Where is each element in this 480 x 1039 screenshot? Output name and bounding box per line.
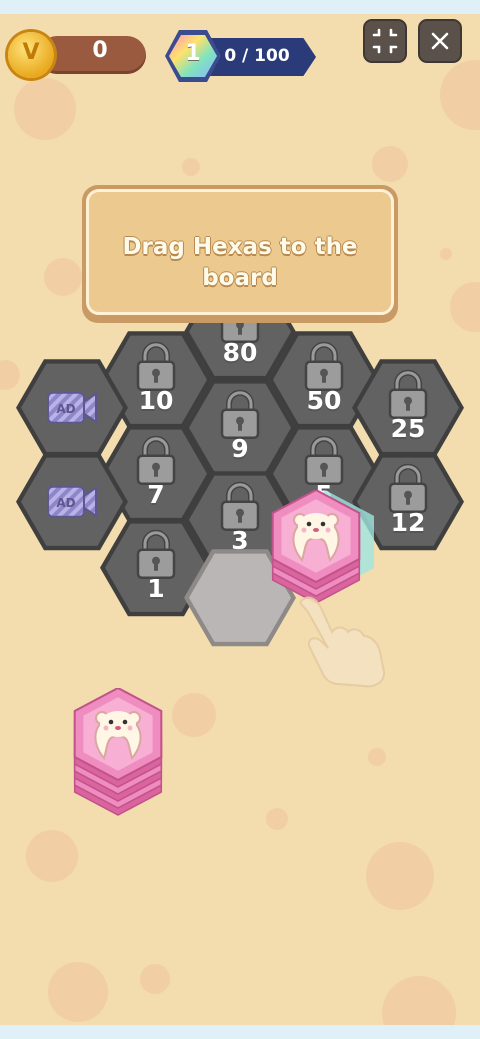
hex-board: 80 10 50 AD 9 25 7 AD 3 12 1	[0, 0, 480, 1039]
tutorial-banner-panel: Drag Hexas to the board	[86, 189, 394, 315]
svg-text:AD: AD	[56, 496, 75, 510]
hexa-stack-pink	[73, 686, 163, 816]
svg-text:AD: AD	[56, 402, 75, 416]
pointing-hand-icon	[292, 592, 388, 692]
game-screen: 0 V 0 / 100 1 80 10 50 AD 9 25 7 AD 3 12…	[0, 0, 480, 1039]
tutorial-message: Drag Hexas to the board	[122, 234, 358, 291]
bottom-strip	[0, 1025, 480, 1039]
tray-hexa-stack[interactable]	[64, 686, 176, 822]
tutorial-banner: Drag Hexas to the board	[82, 185, 398, 323]
